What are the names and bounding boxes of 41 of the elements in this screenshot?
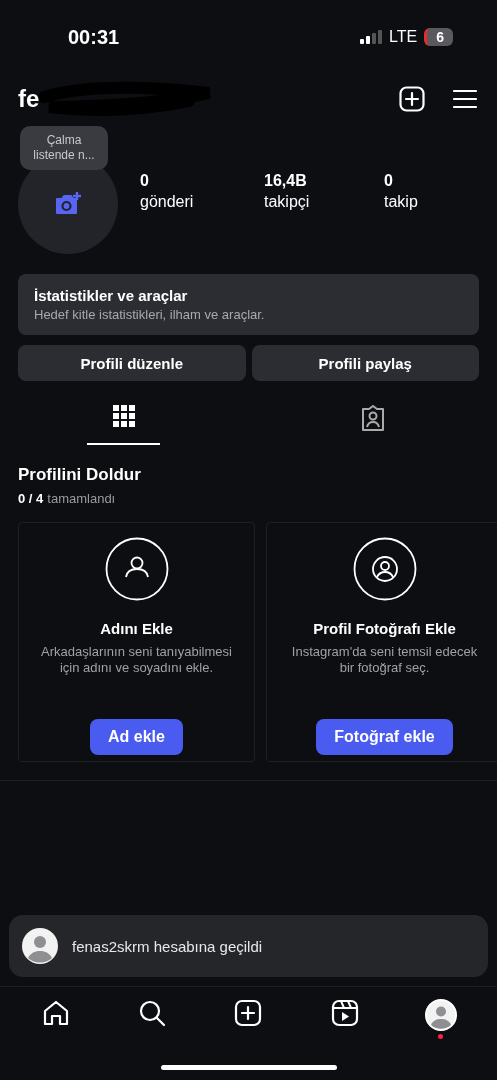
progress-label: tamamlandı: [47, 491, 116, 506]
stat-label[interactable]: takip: [384, 193, 418, 211]
profile-avatar-icon[interactable]: [424, 999, 457, 1031]
card-title: Profil Fotoğrafı Ekle: [313, 620, 456, 637]
progress-count: 0 / 4: [18, 491, 44, 506]
insights-title: İstatistikler ve araçlar: [34, 287, 189, 304]
menu-icon[interactable]: [453, 89, 477, 109]
grid-icon: [112, 405, 135, 427]
stat-value[interactable]: 16,4B: [264, 172, 307, 190]
profile-photo-icon: [352, 537, 417, 601]
status-time: 00:31: [68, 25, 120, 49]
signal-icon: [360, 30, 383, 44]
camera-plus-icon: [54, 191, 82, 217]
stat-value[interactable]: 0: [140, 172, 149, 190]
search-icon[interactable]: [138, 999, 167, 1027]
card-title: Adını Ekle: [100, 620, 173, 637]
section-title: Profilini Doldur: [18, 465, 142, 485]
tagged-person-icon: [359, 405, 386, 431]
reels-icon[interactable]: [330, 999, 359, 1027]
card-action-button[interactable]: Fotoğraf ekle: [316, 719, 453, 755]
tooltip: Çalma listende n...: [20, 126, 108, 170]
notification-dot: [438, 1034, 444, 1039]
insights-subtitle: Hedef kitle istatistikleri, ilham ve araçlar.: [34, 307, 266, 322]
profile-button[interactable]: Profili paylaş: [251, 345, 479, 381]
card-description: Instagram'da seni temsil edecek bir fotoğraf seç.: [290, 644, 479, 677]
stat-label[interactable]: takipçi: [264, 193, 310, 211]
home-icon[interactable]: [42, 999, 71, 1027]
person-icon: [104, 537, 169, 601]
insights-card[interactable]: İstatistikler ve araçlar Hedef kitle istatistikleri, ilham ve araçlar.: [18, 274, 479, 335]
avatar-icon: [22, 928, 58, 964]
add-icon[interactable]: [234, 999, 263, 1027]
add-icon[interactable]: [399, 86, 425, 112]
profile-button[interactable]: Profili düzenle: [18, 345, 246, 381]
stat-label[interactable]: gönderi: [140, 193, 194, 211]
stat-value[interactable]: 0: [384, 172, 393, 190]
card-description: Arkadaşlarının seni tanıyabilmesi için adını ve soyadını ekle.: [40, 644, 233, 677]
card-action-button[interactable]: Ad ekle: [90, 719, 183, 755]
battery-indicator: 6: [424, 28, 453, 46]
network-label: LTE: [389, 28, 418, 46]
toast-message: fenas2skrm hesabına geçildi: [72, 937, 263, 955]
username[interactable]: fe: [18, 85, 40, 113]
